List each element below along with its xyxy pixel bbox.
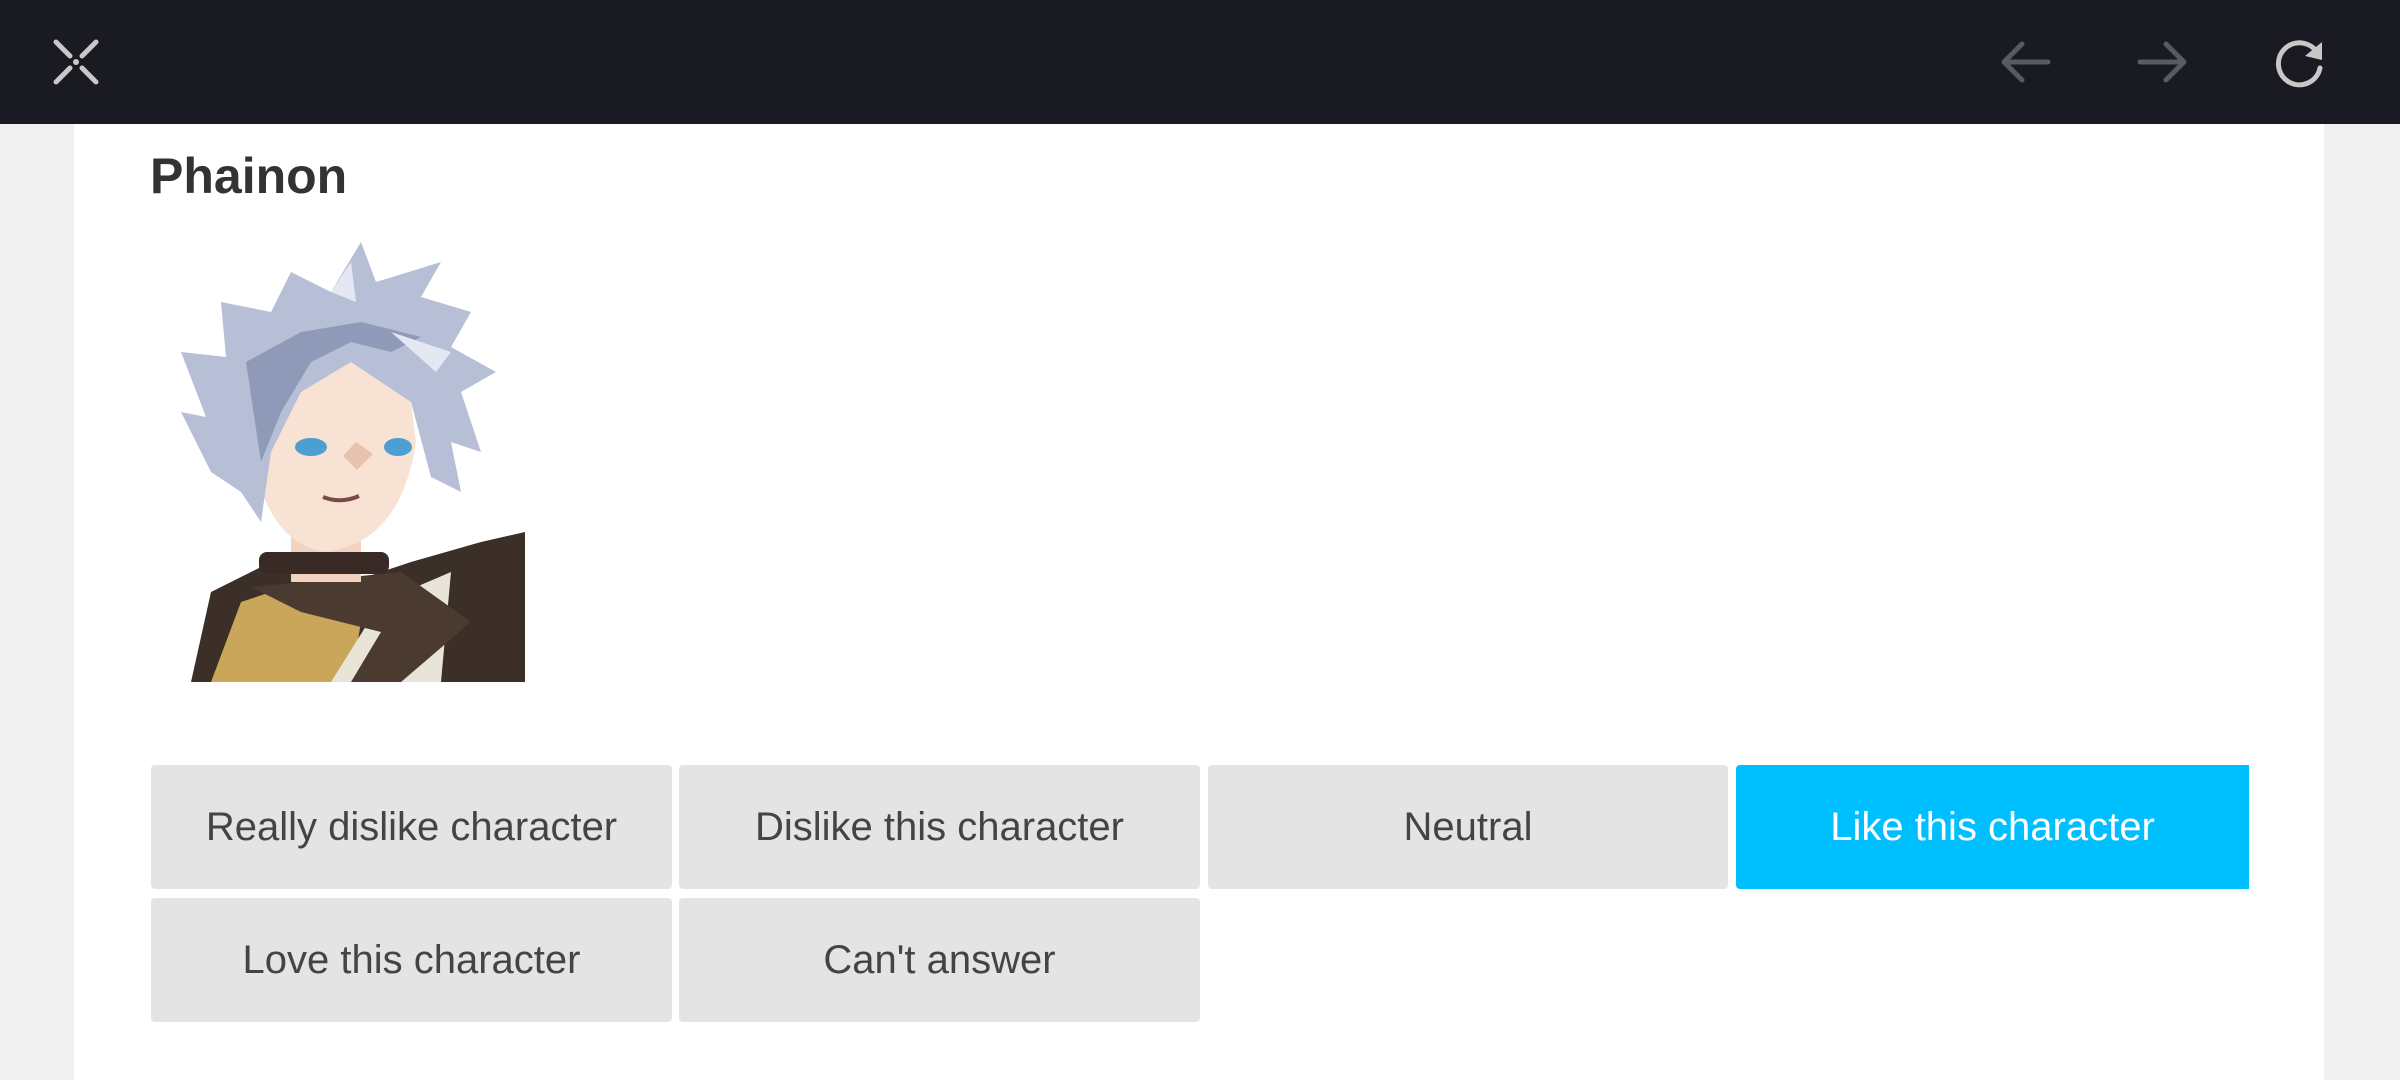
back-button[interactable]	[1986, 22, 2066, 102]
option-dislike[interactable]: Dislike this character	[679, 765, 1200, 889]
option-label: Love this character	[242, 937, 581, 982]
option-love[interactable]: Love this character	[151, 898, 672, 1022]
question-card: Phainon Really dislike character Dislike…	[74, 124, 2324, 1080]
option-like[interactable]: Like this character	[1736, 765, 2249, 889]
browser-toolbar	[0, 0, 2400, 124]
option-really-dislike[interactable]: Really dislike character	[151, 765, 672, 889]
reload-button[interactable]	[2260, 22, 2340, 102]
reload-icon	[2272, 34, 2328, 90]
option-neutral[interactable]: Neutral	[1208, 765, 1728, 889]
close-x-icon	[48, 34, 104, 90]
option-label: Dislike this character	[754, 804, 1124, 849]
option-label: Really dislike character	[205, 804, 618, 849]
arrow-right-icon	[2134, 34, 2190, 90]
arrow-left-icon	[1998, 34, 2054, 90]
forward-button[interactable]	[2122, 22, 2202, 102]
option-label: Can't answer	[823, 937, 1056, 982]
option-cant-answer[interactable]: Can't answer	[679, 898, 1200, 1022]
close-button[interactable]	[36, 22, 116, 102]
character-portrait	[151, 242, 525, 682]
option-label: Like this character	[1830, 804, 2155, 849]
character-name: Phainon	[150, 148, 348, 204]
option-label: Neutral	[1403, 804, 1533, 849]
